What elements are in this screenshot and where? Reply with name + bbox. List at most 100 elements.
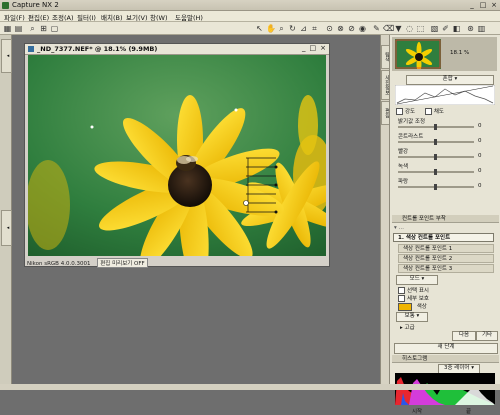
flower-photo xyxy=(28,55,326,256)
levels-panel: 혼합 ▾ 강도 채도 밝기값 조정 0 콘트라스트 0 빨강 0 녹색 0 파랑… xyxy=(392,73,497,213)
selection-brush-icon[interactable]: ✐ xyxy=(441,24,450,33)
image-window-titlebar[interactable]: _ND_7377.NEF* @ 18.1% (9.9MB) _ □ × xyxy=(25,44,329,55)
color-swatch[interactable] xyxy=(398,302,412,311)
brush-icon[interactable]: ✎ xyxy=(372,24,381,33)
color-control-point-icon[interactable]: ⊙ xyxy=(325,24,334,33)
edit-preview-toggle[interactable]: 편집 미리보기 OFF xyxy=(97,258,148,268)
blue-slider[interactable] xyxy=(398,184,474,190)
black-point-icon[interactable]: ⊗ xyxy=(336,24,345,33)
rotate-icon[interactable]: ↻ xyxy=(288,24,297,33)
method-select[interactable]: 모드 ▾ xyxy=(396,275,438,285)
menu-window[interactable]: 창(W) xyxy=(150,12,167,22)
histogram-end-label: 끝 xyxy=(466,409,472,415)
layer-item-1[interactable]: 색상 컨트롤 포인트 1 xyxy=(398,244,494,253)
color-row: 색상 xyxy=(398,302,427,311)
menu-edit[interactable]: 편집(E) xyxy=(28,12,49,22)
menu-adjust[interactable]: 조정(A) xyxy=(52,12,73,22)
brightness-value[interactable]: 0 xyxy=(478,123,482,129)
maximize-button[interactable]: □ xyxy=(479,1,487,9)
selection-fill-icon[interactable]: ◧ xyxy=(452,24,461,33)
slider-label-brightness: 밝기값 조정 xyxy=(398,119,426,125)
birdseye-zoom-value: 18.1 xyxy=(450,50,463,56)
hand-icon[interactable]: ✋ xyxy=(266,24,276,33)
sub-select[interactable]: 보통 ▾ xyxy=(396,312,428,322)
straighten-icon[interactable]: ⊿ xyxy=(299,24,308,33)
layer-item-2[interactable]: 색상 컨트롤 포인트 2 xyxy=(398,254,494,263)
image-window-title: _ND_7377.NEF* @ 18.1% (9.9MB) xyxy=(37,45,158,53)
green-value[interactable]: 0 xyxy=(478,168,482,174)
browser-tab[interactable]: ◂ xyxy=(1,39,12,73)
close-button[interactable]: × xyxy=(490,1,498,9)
metadata-tab[interactable]: ◂ xyxy=(1,210,12,246)
neutral-point-icon[interactable]: ⊘ xyxy=(347,24,356,33)
folder-icon[interactable]: ▤ xyxy=(14,24,23,33)
more-button[interactable]: 기타 xyxy=(476,331,498,341)
menu-view[interactable]: 보기(V) xyxy=(126,12,147,22)
direct-select-icon[interactable]: ↖ xyxy=(255,24,264,33)
birdseye-panel: 18.1 % xyxy=(392,37,497,71)
contrast-value[interactable]: 0 xyxy=(478,138,482,144)
image-minimize-button[interactable]: _ xyxy=(302,44,306,52)
histogram-header[interactable]: 히스토그램 xyxy=(392,355,499,363)
right-tab-strip: 탐색 사진정보 편집 xyxy=(380,35,392,385)
layer-item-3[interactable]: 색상 컨트롤 포인트 3 xyxy=(398,264,494,273)
gradient-icon[interactable]: ▧ xyxy=(430,24,439,33)
channel-row: 강도 채도 xyxy=(396,107,444,115)
advanced-link[interactable]: ▸ 고급 xyxy=(400,323,415,331)
zoom-icon[interactable]: ⌕ xyxy=(28,24,37,33)
slider-label-contrast: 콘트라스트 xyxy=(398,134,424,140)
browser-icon[interactable]: ▦ xyxy=(3,24,12,33)
fit-icon[interactable]: ⊞ xyxy=(39,24,48,33)
minimize-button[interactable]: _ xyxy=(468,1,476,9)
zoom-tool-icon[interactable]: ⌕ xyxy=(277,24,286,33)
red-value[interactable]: 0 xyxy=(478,153,482,159)
right-dock: 18.1 % 혼합 ▾ 강도 채도 밝기값 조정 0 콘트라스트 0 빨강 0 … xyxy=(389,35,500,415)
next-button[interactable]: 다음 xyxy=(452,331,476,341)
eraser-icon[interactable]: ⌫ xyxy=(383,24,394,33)
section-header-control-points[interactable]: 컨트롤 포인트 부착 xyxy=(392,215,499,223)
upoint-icon[interactable]: ⊛ xyxy=(466,24,475,33)
left-browser-strip: ◂ ◂ xyxy=(0,35,12,385)
menu-bar: 파일(F) 편집(E) 조정(A) 필터(I) 배치(B) 보기(V) 창(W)… xyxy=(0,11,500,22)
window-controls: _ □ × xyxy=(468,1,498,9)
marquee-icon[interactable]: ⬚ xyxy=(416,24,425,33)
fill-icon[interactable]: ▼ xyxy=(394,24,403,33)
red-eye-icon[interactable]: ◉ xyxy=(358,24,367,33)
birdseye-thumbnail[interactable] xyxy=(395,39,441,69)
channel-saturation-checkbox[interactable] xyxy=(424,108,432,115)
new-step-button[interactable]: 새 단계 xyxy=(394,343,498,354)
menu-help[interactable]: 도움말(H) xyxy=(175,12,203,22)
slider-label-red: 빨강 xyxy=(398,149,409,155)
step-color-control-point[interactable]: 1. 색상 컨트롤 포인트 xyxy=(393,233,494,242)
full-icon[interactable]: ▢ xyxy=(50,24,59,33)
menu-filter[interactable]: 필터(I) xyxy=(77,12,96,22)
photo-canvas[interactable] xyxy=(28,55,326,256)
green-slider[interactable] xyxy=(398,169,474,175)
levels-mode-select[interactable]: 혼합 ▾ xyxy=(406,75,494,85)
image-close-button[interactable]: × xyxy=(320,44,326,52)
image-maximize-button[interactable]: □ xyxy=(310,44,317,52)
image-window: _ND_7377.NEF* @ 18.1% (9.9MB) _ □ × Niko… xyxy=(24,43,330,268)
blue-value[interactable]: 0 xyxy=(478,183,482,189)
channel-intensity-checkbox[interactable] xyxy=(396,108,403,115)
protect-details-row[interactable]: 세부 보호 xyxy=(398,294,429,302)
step-caption: ▾ … xyxy=(394,225,405,231)
toggle-panels-icon[interactable]: ▥ xyxy=(477,24,486,33)
contrast-slider[interactable] xyxy=(398,139,474,145)
levels-histogram[interactable] xyxy=(395,85,495,105)
toolbar: ▦ ▤ ⌕ ⊞ ▢ ↖ ✋ ⌕ ↻ ⊿ ⌗ ⊙ ⊗ ⊘ ◉ ✎ ⌫ ▼ ◌ ⬚ … xyxy=(0,22,500,35)
histogram-start-label: 시작 xyxy=(412,409,423,415)
app-title: Capture NX 2 xyxy=(12,1,59,9)
red-slider[interactable] xyxy=(398,154,474,160)
menu-batch[interactable]: 배치(B) xyxy=(101,12,123,22)
lasso-icon[interactable]: ◌ xyxy=(405,24,414,33)
bottom-status-strip xyxy=(0,384,500,390)
title-bar: Capture NX 2 _ □ × xyxy=(0,0,500,11)
brightness-slider[interactable] xyxy=(398,124,474,130)
crop-icon[interactable]: ⌗ xyxy=(310,24,319,33)
slider-label-blue: 파랑 xyxy=(398,179,409,185)
color-profile-label: Nikon sRGB 4.0.0.3001 xyxy=(27,261,91,267)
show-selection-row[interactable]: 선택 표시 xyxy=(398,286,429,294)
menu-file[interactable]: 파일(F) xyxy=(4,12,25,22)
slider-label-green: 녹색 xyxy=(398,164,409,170)
